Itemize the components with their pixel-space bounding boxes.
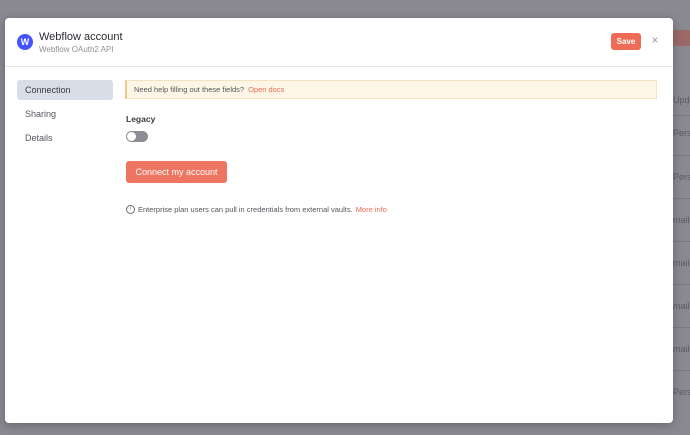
background-divider [673, 155, 690, 156]
background-divider [673, 198, 690, 199]
background-column-header: Update [673, 95, 690, 105]
background-cell: Person [673, 128, 690, 138]
save-button[interactable]: Save [611, 33, 641, 50]
background-divider [673, 241, 690, 242]
background-cell: mail [673, 258, 690, 268]
help-banner: Need help filling out these fields? Open… [125, 80, 657, 99]
background-cell: mail [673, 344, 690, 354]
sidebar-item-connection[interactable]: Connection [17, 80, 113, 100]
enterprise-info: i Enterprise plan users can pull in cred… [126, 205, 387, 214]
sidebar-item-label: Details [25, 133, 53, 143]
modal-title[interactable]: Webflow account [39, 31, 123, 43]
legacy-toggle[interactable] [126, 131, 148, 142]
background-button [672, 30, 690, 46]
info-icon: i [126, 205, 135, 214]
sidebar-item-label: Sharing [25, 109, 57, 119]
info-text: Enterprise plan users can pull in creden… [138, 205, 353, 214]
background-cell: mail [673, 215, 690, 225]
toggle-knob [127, 132, 136, 141]
background-cell: Person [673, 387, 690, 397]
legacy-label: Legacy [126, 114, 156, 124]
close-icon[interactable]: × [648, 33, 662, 47]
sidebar-item-label: Connection [25, 85, 71, 95]
modal-subtitle: Webflow OAuth2 API [39, 45, 114, 54]
help-text: Need help filling out these fields? [134, 85, 245, 94]
sidebar-item-details[interactable]: Details [17, 128, 113, 148]
more-info-link[interactable]: More info [356, 205, 387, 214]
open-docs-link[interactable]: Open docs [248, 85, 284, 94]
webflow-logo-icon: W [17, 34, 33, 50]
background-cell: Person [673, 172, 690, 182]
connect-account-button[interactable]: Connect my account [126, 161, 227, 183]
modal-header: W Webflow account Webflow OAuth2 API Sav… [5, 18, 673, 67]
background-divider [673, 327, 690, 328]
background-cell: mail [673, 301, 690, 311]
modal-sidebar: Connection Sharing Details [17, 80, 113, 152]
background-divider [673, 284, 690, 285]
credential-modal: W Webflow account Webflow OAuth2 API Sav… [5, 18, 673, 423]
background-divider [673, 115, 690, 116]
sidebar-item-sharing[interactable]: Sharing [17, 104, 113, 124]
background-divider [673, 370, 690, 371]
